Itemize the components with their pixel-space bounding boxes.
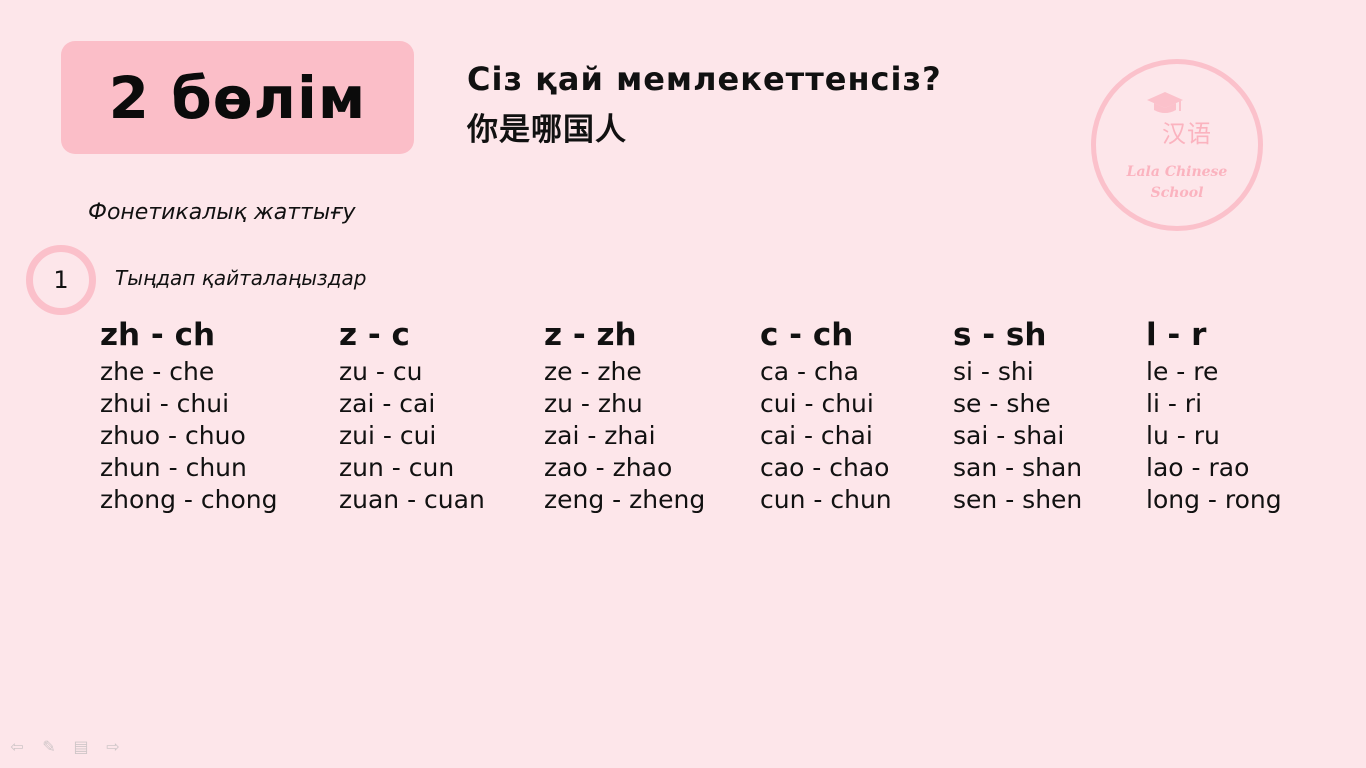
syllable-pair: zui - cui [339,421,437,450]
syllable-pair: zu - cu [339,357,423,386]
syllable-pair: ze - zhe [544,357,642,386]
section-title-box: 2 бөлім [61,41,414,154]
syllable-pair: cun - chun [760,485,892,514]
syllable-pair: cai - chai [760,421,873,450]
syllable-pair: se - she [953,389,1051,418]
exercise-instruction: Тыңдап қайталаңыздар [115,266,367,290]
logo-chinese-text: 汉语 [1162,120,1212,148]
arrow-right-icon[interactable]: ⇨ [104,738,122,756]
syllable-pair: ca - cha [760,357,859,386]
syllable-pair: long - rong [1146,485,1282,514]
phonetics-column-z-zh: z - zh ze - zhe zu - zhu zai - zhai zao … [544,314,705,516]
syllable-pair: zuan - cuan [339,485,485,514]
syllable-pair: zhe - che [100,357,215,386]
syllable-pair: zhun - chun [100,453,247,482]
syllable-pair: zai - cai [339,389,436,418]
lesson-title-chinese: 你是哪国人 [467,112,627,148]
exercise-heading: Фонетикалық жаттығу [88,200,356,225]
column-header: z - c [339,317,410,353]
syllable-pair: cao - chao [760,453,890,482]
menu-icon[interactable]: ▤ [72,738,90,756]
syllable-pair: zhuo - chuo [100,421,246,450]
phonetics-column-s-sh: s - sh si - shi se - she sai - shai san … [953,314,1082,516]
section-title: 2 бөлім [108,63,367,132]
logo-school-name: Lala Chinese School [1096,162,1258,204]
syllable-pair: lu - ru [1146,421,1220,450]
logo-name-line1: Lala Chinese [1126,164,1228,180]
syllable-pair: zeng - zheng [544,485,706,514]
exercise-number: 1 [53,266,69,294]
syllable-pair: zao - zhao [544,453,673,482]
syllable-pair: zai - zhai [544,421,656,450]
pen-icon[interactable]: ✎ [40,738,58,756]
syllable-pair: san - shan [953,453,1083,482]
phonetics-column-zh-ch: zh - ch zhe - che zhui - chui zhuo - chu… [100,314,278,516]
syllable-pair: si - shi [953,357,1034,386]
syllable-pair: sen - shen [953,485,1083,514]
logo-name-line2: School [1150,185,1204,201]
slideshow-controls: ⇦ ✎ ▤ ⇨ [8,738,122,756]
column-header: z - zh [544,317,637,353]
syllable-pair: zu - zhu [544,389,643,418]
syllable-pair: le - re [1146,357,1219,386]
phonetics-column-l-r: l - r le - re li - ri lu - ru lao - rao … [1146,314,1282,516]
syllable-pair: zun - cun [339,453,455,482]
column-header: l - r [1146,317,1207,353]
syllable-pair: li - ri [1146,389,1203,418]
column-header: c - ch [760,317,854,353]
graduation-cap-icon [1147,92,1183,113]
phonetics-column-c-ch: c - ch ca - cha cui - chui cai - chai ca… [760,314,892,516]
syllable-pair: sai - shai [953,421,1065,450]
syllable-pair: zhui - chui [100,389,230,418]
phonetics-column-z-c: z - c zu - cu zai - cai zui - cui zun - … [339,314,485,516]
arrow-left-icon[interactable]: ⇦ [8,738,26,756]
school-logo: 汉语 Lala Chinese School [1091,59,1263,231]
syllable-pair: lao - rao [1146,453,1250,482]
column-header: s - sh [953,317,1047,353]
column-header: zh - ch [100,317,216,353]
syllable-pair: zhong - chong [100,485,278,514]
exercise-number-badge: 1 [26,245,96,315]
syllable-pair: cui - chui [760,389,874,418]
lesson-title-kazakh: Сіз қай мемлекеттенсіз? [467,60,942,98]
